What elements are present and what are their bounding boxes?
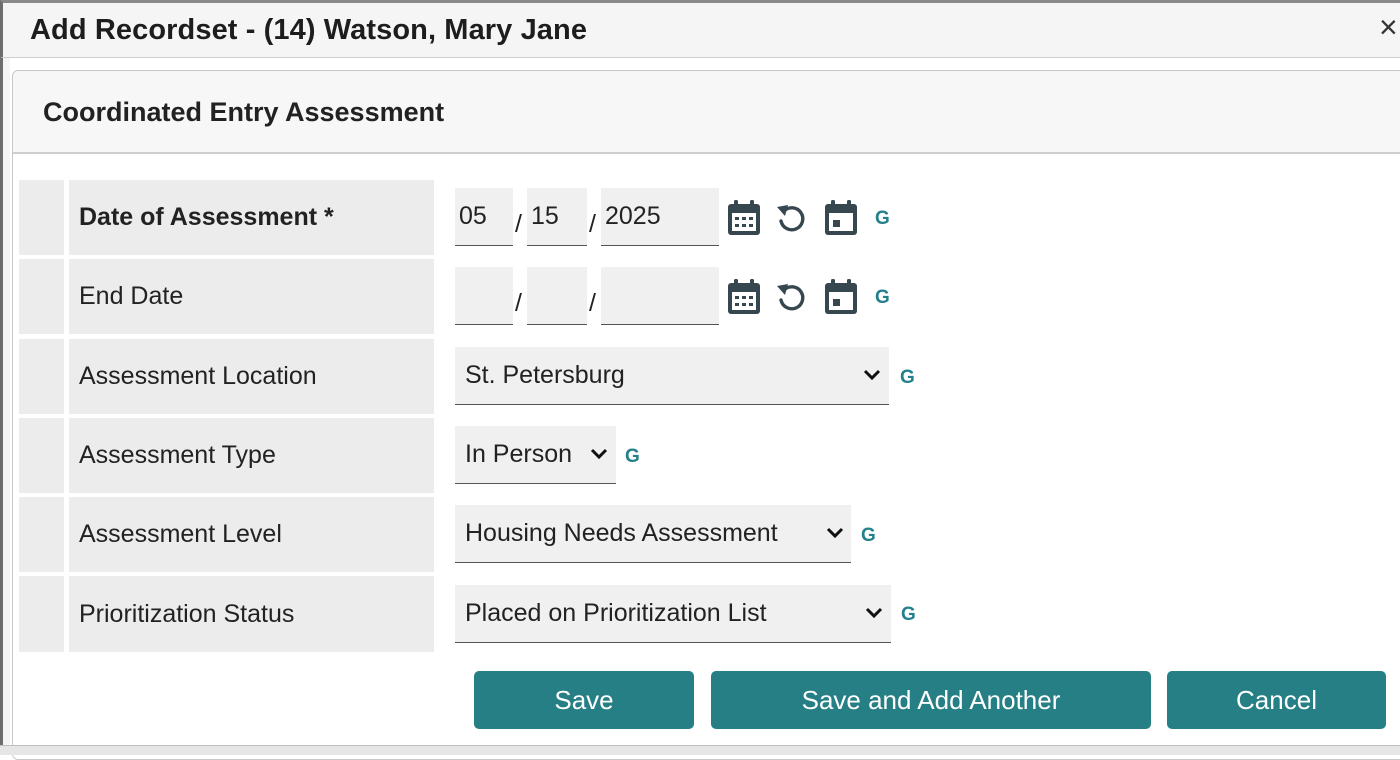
dialog-left-border <box>0 58 10 754</box>
chevron-down-icon <box>826 527 844 539</box>
reset-icon[interactable] <box>776 281 806 313</box>
section-title: Coordinated Entry Assessment <box>43 97 445 127</box>
dialog-title-bar: Add Recordset - (14) Watson, Mary Jane × <box>0 0 1400 58</box>
today-icon[interactable] <box>823 199 859 237</box>
prioritization-status-value: Placed on Prioritization List <box>465 599 767 627</box>
assessment-year-input[interactable]: 2025 <box>601 188 719 246</box>
date-of-assessment-label: Date of Assessment * <box>69 180 434 255</box>
end-day-input[interactable] <box>527 267 587 325</box>
assessment-location-select[interactable]: St. Petersburg <box>455 347 889 405</box>
today-icon[interactable] <box>823 278 859 316</box>
row-gutter <box>19 497 64 572</box>
cancel-button[interactable]: Cancel <box>1167 671 1386 729</box>
assessment-level-label: Assessment Level <box>69 497 434 572</box>
reset-icon[interactable] <box>776 202 806 234</box>
assessment-month-input[interactable]: 05 <box>455 188 513 246</box>
assessment-type-value: In Person <box>465 440 573 468</box>
end-year-input[interactable] <box>601 267 719 325</box>
row-gutter <box>19 259 64 334</box>
date-of-assessment-g-link[interactable]: G <box>875 208 890 230</box>
calendar-icon[interactable] <box>726 278 762 316</box>
dialog-title: Add Recordset - (14) Watson, Mary Jane <box>30 14 588 46</box>
chevron-down-icon <box>590 448 608 460</box>
prioritization-status-g-link[interactable]: G <box>901 604 916 626</box>
assessment-level-g-link[interactable]: G <box>861 525 876 547</box>
save-and-add-another-button[interactable]: Save and Add Another <box>711 671 1151 729</box>
form-panel <box>12 70 1400 760</box>
prioritization-status-label: Prioritization Status <box>69 576 434 652</box>
assessment-type-g-link[interactable]: G <box>625 446 640 468</box>
chevron-down-icon <box>863 369 881 381</box>
assessment-day-input[interactable]: 15 <box>527 188 587 246</box>
date-separator: / <box>589 289 596 317</box>
section-header: Coordinated Entry Assessment <box>13 71 1400 154</box>
end-date-label: End Date <box>69 259 434 334</box>
date-separator: / <box>515 289 522 317</box>
row-gutter <box>19 339 64 414</box>
prioritization-status-select[interactable]: Placed on Prioritization List <box>455 585 891 643</box>
row-gutter <box>19 576 64 652</box>
end-month-input[interactable] <box>455 267 513 325</box>
assessment-location-g-link[interactable]: G <box>900 367 915 389</box>
row-gutter <box>19 418 64 493</box>
assessment-location-value: St. Petersburg <box>465 361 625 389</box>
assessment-type-label: Assessment Type <box>69 418 434 493</box>
close-icon[interactable]: × <box>1379 11 1398 43</box>
chevron-down-icon <box>865 607 883 619</box>
assessment-level-value: Housing Needs Assessment <box>465 519 778 547</box>
calendar-icon[interactable] <box>726 199 762 237</box>
save-button[interactable]: Save <box>474 671 694 729</box>
date-separator: / <box>589 210 596 238</box>
assessment-location-label: Assessment Location <box>69 339 434 414</box>
assessment-level-select[interactable]: Housing Needs Assessment <box>455 505 851 563</box>
assessment-type-select[interactable]: In Person <box>455 426 616 484</box>
date-separator: / <box>515 210 522 238</box>
end-date-g-link[interactable]: G <box>875 287 890 309</box>
row-gutter <box>19 180 64 255</box>
